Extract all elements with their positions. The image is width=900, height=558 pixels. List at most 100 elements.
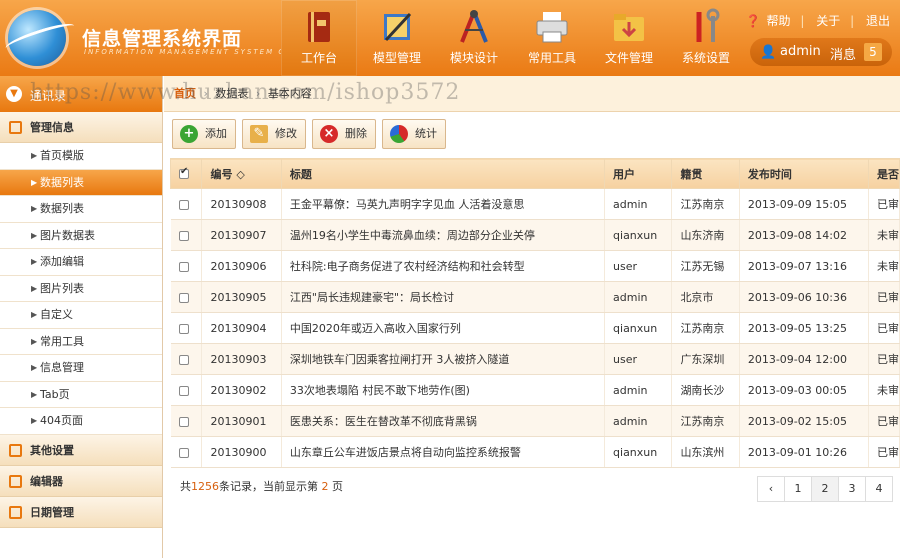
row-select-cell[interactable] <box>170 188 203 220</box>
cell-title: 33次地表塌陷 村民不敢下地劳作(图) <box>281 374 606 406</box>
table-row[interactable]: 20130902 33次地表塌陷 村民不敢下地劳作(图) admin 湖南长沙 2013… <box>170 374 900 406</box>
row-checkbox[interactable] <box>178 292 189 303</box>
table-row[interactable]: 20130904 中国2020年或迈入高收入国家行列 qianxun 江苏南京 2013… <box>170 312 900 344</box>
row-select-cell[interactable] <box>170 343 203 375</box>
row-select-cell[interactable] <box>170 281 203 313</box>
nav-workbench[interactable]: 工作台 <box>281 0 357 76</box>
about-link[interactable]: 关于 <box>816 14 840 28</box>
table-row[interactable]: 20130905 江西"局长违规建豪宅"：局长检讨 admin 北京市 2013-09-… <box>170 281 900 313</box>
nav-system-settings[interactable]: 系统设置 <box>668 0 744 76</box>
table-row[interactable]: 20130901 医患关系：医生在替改革不彻底背黑锅 admin 江苏南京 2013-0… <box>170 405 900 437</box>
breadcrumb-home[interactable]: 首页 <box>174 87 196 100</box>
sidebar-item[interactable]: ▶ 常用工具 <box>0 328 162 355</box>
table-row[interactable]: 20130900 山东章丘公车进饭店景点将自动向监控系统报警 qianxun 山东滨州… <box>170 436 900 468</box>
delete-button[interactable]: × 删除 <box>312 119 376 149</box>
column-header-id[interactable]: 编号 ◇ <box>201 158 282 189</box>
cell-user: user <box>604 250 673 282</box>
table-row[interactable]: 20130908 王金平幕僚：马英九声明字字见血 人活着没意思 admin 江苏南京 2… <box>170 188 900 220</box>
chat-icon <box>9 443 22 457</box>
row-select-cell[interactable] <box>170 250 203 282</box>
select-all-checkbox[interactable] <box>179 166 189 179</box>
row-select-cell[interactable] <box>170 312 203 344</box>
cell-status: 已审 <box>868 312 900 344</box>
page-button[interactable]: 4 <box>865 476 893 502</box>
messages-count-badge[interactable]: 5 <box>864 43 882 61</box>
row-checkbox[interactable] <box>178 230 189 241</box>
plus-icon: + <box>180 125 198 143</box>
sidebar-item[interactable]: ▶ 404页面 <box>0 408 162 435</box>
pencil-icon: ✎ <box>250 125 268 143</box>
cell-user: admin <box>604 281 673 313</box>
sidebar-item[interactable]: ▶ 数据列表 <box>0 196 162 223</box>
row-select-cell[interactable] <box>170 374 203 406</box>
sidebar-item[interactable]: ▶ 图片数据表 <box>0 222 162 249</box>
page-button[interactable]: 2 <box>811 476 839 502</box>
cell-origin: 山东滨州 <box>671 436 740 468</box>
table-row[interactable]: 20130907 温州19名小学生中毒流鼻血续：周边部分企业关停 qianxun 山东… <box>170 219 900 251</box>
sidebar-item[interactable]: ▶ 数据列表 <box>0 169 162 196</box>
logout-link[interactable]: 退出 <box>866 14 890 28</box>
select-all-cell[interactable] <box>169 158 203 189</box>
main-content: 首页 › 数据表 › 基本内容 + 添加 ✎ 修改 × 删除 统计 编号 ◇ <box>164 76 900 558</box>
sidebar-item[interactable]: ▶ 添加编辑 <box>0 249 162 276</box>
row-checkbox[interactable] <box>178 354 189 365</box>
row-checkbox[interactable] <box>178 261 189 272</box>
app-subtitle: INFORMATION MANAGEMENT SYSTEM GUI <box>84 48 297 56</box>
row-checkbox[interactable] <box>178 416 189 427</box>
table-row[interactable]: 20130906 社科院:电子商务促进了农村经济结构和社会转型 user 江苏无锡 20… <box>170 250 900 282</box>
row-select-cell[interactable] <box>170 405 203 437</box>
table-row[interactable]: 20130903 深圳地铁车门因乘客拉闸打开 3人被挤入隧道 user 广东深圳 201… <box>170 343 900 375</box>
edit-button[interactable]: ✎ 修改 <box>242 119 306 149</box>
column-header-origin: 籍贯 <box>671 158 740 189</box>
current-page-number: 2 <box>321 480 329 493</box>
sidebar-group-management-info[interactable]: 管理信息 <box>0 112 162 143</box>
username[interactable]: admin <box>780 44 821 59</box>
sidebar-item-label: 图片数据表 <box>40 228 95 242</box>
cell-status: 已审 <box>868 343 900 375</box>
sidebar-item[interactable]: ▶ Tab页 <box>0 381 162 408</box>
nav-module-design[interactable]: 模块设计 <box>436 0 512 76</box>
toolbar: + 添加 ✎ 修改 × 删除 统计 <box>164 112 900 154</box>
sidebar-item[interactable]: ▶ 自定义 <box>0 302 162 329</box>
sidebar-header-label: 通讯录 <box>30 89 67 103</box>
page-button[interactable]: 1 <box>784 476 812 502</box>
row-checkbox[interactable] <box>178 385 189 396</box>
stats-label: 统计 <box>415 127 437 140</box>
delete-icon: × <box>320 125 338 143</box>
nav-common-tools[interactable]: 常用工具 <box>514 0 590 76</box>
sidebar-item[interactable]: ▶ 首页模版 <box>0 143 162 170</box>
sidebar-item-label: 常用工具 <box>40 334 84 348</box>
row-select-cell[interactable] <box>170 219 203 251</box>
help-link[interactable]: 帮助 <box>767 14 791 28</box>
row-select-cell[interactable] <box>170 436 203 468</box>
divider: | <box>800 14 805 28</box>
sidebar-group-date-management[interactable]: 日期管理 <box>0 496 162 528</box>
cell-user: qianxun <box>604 312 673 344</box>
row-checkbox[interactable] <box>178 447 189 458</box>
add-button[interactable]: + 添加 <box>172 119 236 149</box>
page-button[interactable]: 3 <box>838 476 866 502</box>
sidebar-item-label: 数据列表 <box>40 175 84 189</box>
messages-link[interactable]: 消息 <box>830 44 856 63</box>
user-box: 👤 admin 消息 5 <box>750 38 892 66</box>
chevron-right-icon: ▶ <box>31 177 38 187</box>
sidebar-item[interactable]: ▶ 图片列表 <box>0 275 162 302</box>
breadcrumb-separator: › <box>255 87 261 100</box>
sidebar-header[interactable]: ▼ 通讯录 <box>0 76 162 112</box>
sidebar: ▼ 通讯录 管理信息 ▶ 首页模版 ▶ 数据列表 ▶ 数据列表 ▶ 图片数据表 ▶ 添加编辑 ▶ 图片… <box>0 76 163 558</box>
sidebar-items: ▶ 首页模版 ▶ 数据列表 ▶ 数据列表 ▶ 图片数据表 ▶ 添加编辑 ▶ 图片列表 ▶ 自定义 ▶ 常用工具… <box>0 143 162 435</box>
nav-model-management[interactable]: 模型管理 <box>359 0 435 76</box>
sidebar-group-editor[interactable]: 编辑器 <box>0 465 162 497</box>
chevron-right-icon: ▶ <box>31 310 38 319</box>
nav-file-management[interactable]: 文件管理 <box>591 0 667 76</box>
summary-suffix: 页 <box>332 480 343 493</box>
cell-publish-time: 2013-09-02 15:05 <box>739 405 869 437</box>
sidebar-item[interactable]: ▶ 信息管理 <box>0 355 162 382</box>
row-checkbox[interactable] <box>178 323 189 334</box>
breadcrumb-item[interactable]: 数据表 <box>215 87 248 100</box>
row-checkbox[interactable] <box>178 199 189 210</box>
prev-page-button[interactable]: ‹ <box>757 476 785 502</box>
breadcrumb-item[interactable]: 基本内容 <box>268 87 312 100</box>
sidebar-group-other-settings[interactable]: 其他设置 <box>0 434 162 466</box>
stats-button[interactable]: 统计 <box>382 119 446 149</box>
